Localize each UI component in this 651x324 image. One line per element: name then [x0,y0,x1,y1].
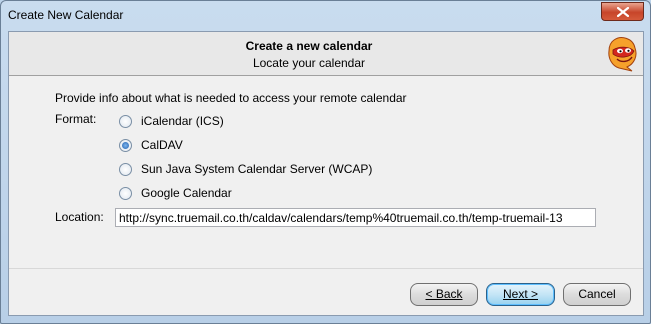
title-bar[interactable]: Create New Calendar [1,1,650,31]
format-option-label: iCalendar (ICS) [141,114,224,128]
intro-text: Provide info about what is needed to acc… [55,91,407,105]
dialog-window: Create New Calendar Create a new calenda… [0,0,651,324]
wizard-subtitle: Locate your calendar [252,56,366,70]
close-button[interactable] [601,2,644,21]
format-option-icalendar[interactable]: iCalendar (ICS) [119,112,224,130]
location-input[interactable] [115,208,596,227]
format-option-caldav[interactable]: CalDAV [119,136,183,154]
radio-button[interactable] [119,114,132,128]
radio-button[interactable] [119,162,132,176]
location-label: Location: [55,210,104,224]
radio-button[interactable] [119,186,132,200]
format-option-label: Sun Java System Calendar Server (WCAP) [141,162,373,176]
format-option-wcap[interactable]: Sun Java System Calendar Server (WCAP) [119,160,372,178]
lightning-mascot-icon [608,37,637,72]
back-button[interactable]: < Back [410,283,478,306]
footer-divider [9,268,643,269]
window-title: Create New Calendar [8,8,124,22]
close-icon [617,7,629,17]
next-button[interactable]: Next > [486,283,555,306]
radio-button-selected[interactable] [119,138,132,152]
back-button-label: < Back [425,287,463,301]
wizard-title: Create a new calendar [245,39,373,53]
format-option-label: CalDAV [141,138,183,152]
cancel-button[interactable]: Cancel [563,283,631,306]
cancel-button-label: Cancel [578,287,616,301]
format-label: Format: [55,112,97,126]
wizard-header: Create a new calendar Locate your calend… [9,32,643,76]
next-button-label: Next > [502,287,538,301]
format-option-label: Google Calendar [141,186,232,200]
dialog-client-area: Create a new calendar Locate your calend… [8,31,644,316]
format-option-google[interactable]: Google Calendar [119,184,232,202]
